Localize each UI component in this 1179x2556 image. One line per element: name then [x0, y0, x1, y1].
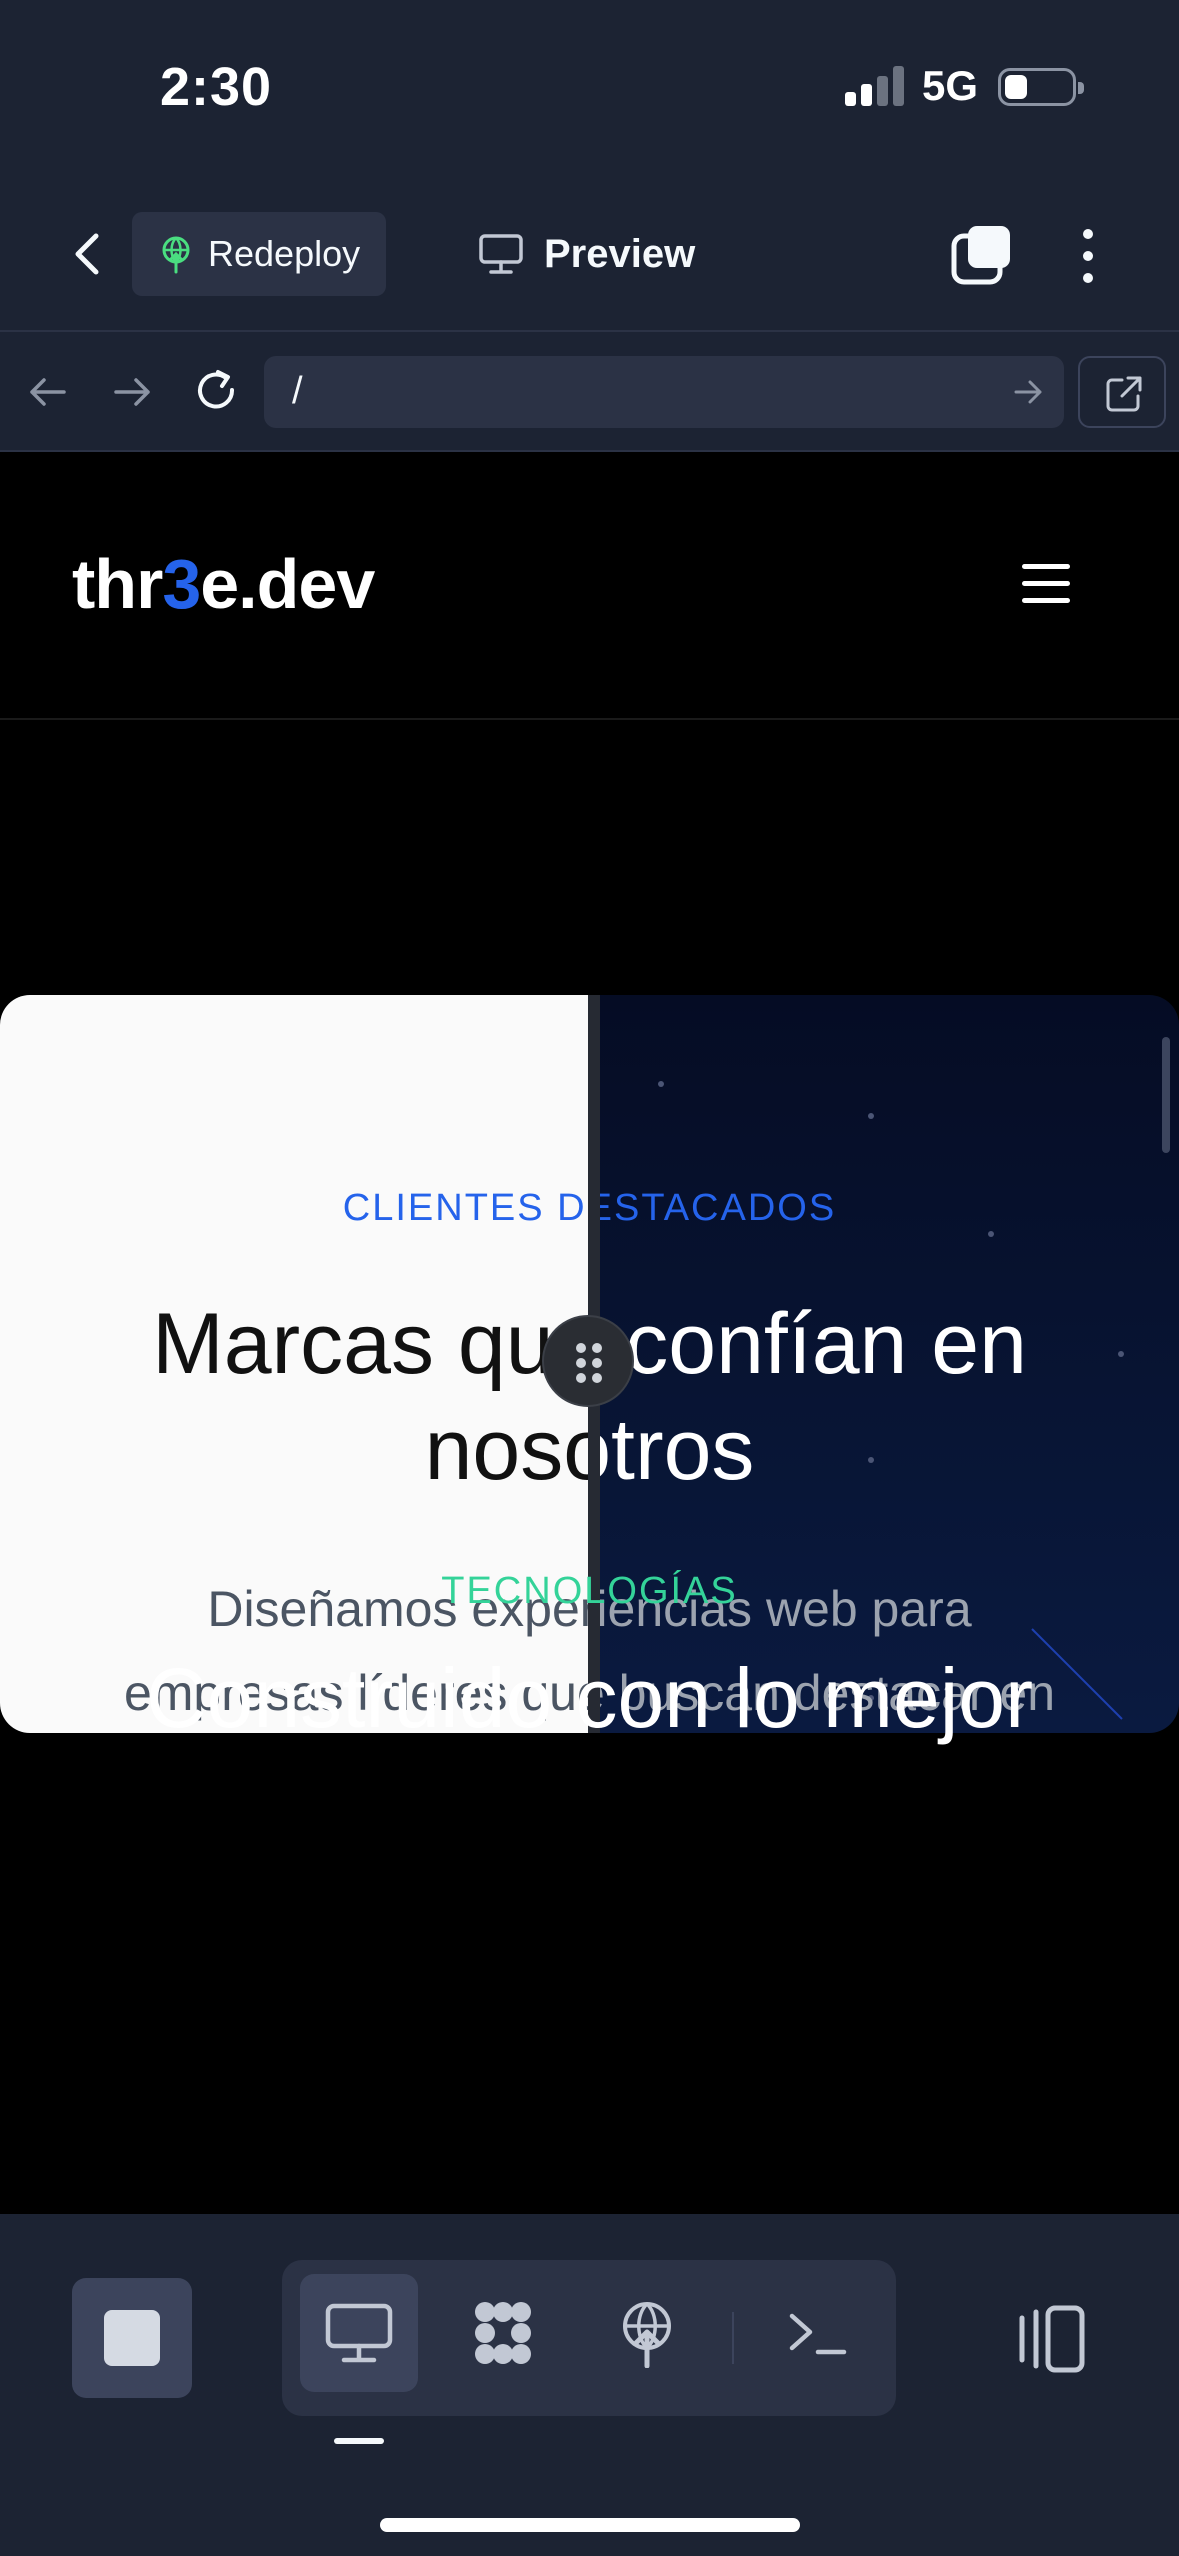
tech-eyebrow: TECNOLOGÍAS [441, 1570, 738, 1612]
redeploy-label: Redeploy [208, 233, 361, 274]
dark-theme-panel: CLIENTES DESTACADOS Marcas que confían e… [588, 995, 1179, 1733]
site-logo[interactable]: thr3e.dev [72, 544, 375, 624]
open-external-icon [1106, 376, 1142, 412]
arrow-left-icon[interactable] [18, 362, 78, 422]
light-theme-panel: CLIENTES DESTACADOS Marcas que confían e… [0, 995, 588, 1733]
stop-icon [104, 2310, 160, 2366]
drag-handle-icon[interactable] [542, 1315, 634, 1407]
tech-title: Construido con lo mejor [145, 1651, 1034, 1745]
monitor-icon [479, 234, 523, 274]
clients-headline: Marcas que confían ennosotros [152, 1296, 588, 1498]
back-chevron-icon[interactable] [60, 224, 120, 284]
deployments-icon [623, 2302, 671, 2368]
url-bar: / [0, 330, 1179, 452]
scrollbar[interactable] [1162, 1037, 1170, 1153]
tabs-icon[interactable] [950, 224, 1014, 288]
arrow-right-icon[interactable] [102, 362, 162, 422]
extensions-icon [475, 2302, 531, 2364]
status-bar: 2:30 5G [0, 0, 1179, 180]
go-arrow-icon[interactable] [1008, 372, 1048, 412]
deployments-tool[interactable] [588, 2274, 706, 2392]
url-input[interactable]: / [264, 356, 1064, 428]
preview-tool[interactable] [300, 2274, 418, 2392]
open-external-button[interactable] [1078, 356, 1166, 428]
website-preview: thr3e.dev CLIENTES DESTACADOS Marcas que… [0, 452, 1179, 2214]
kebab-icon[interactable] [1068, 224, 1108, 288]
hamburger-icon[interactable] [1022, 564, 1070, 604]
status-time: 2:30 [160, 57, 273, 117]
active-tab-indicator [334, 2438, 384, 2444]
tool-group [282, 2260, 896, 2416]
preview-tab[interactable]: Preview [478, 212, 695, 296]
preview-monitor-icon [325, 2303, 393, 2363]
tool-separator [732, 2312, 734, 2364]
reload-icon[interactable] [186, 362, 246, 422]
home-indicator[interactable] [380, 2518, 800, 2532]
signal-strength-icon [845, 66, 905, 106]
app-header: Redeploy Preview [0, 180, 1179, 330]
clients-eyebrow-dark: CLIENTES DESTACADOS [588, 1187, 837, 1229]
preview-label: Preview [544, 231, 696, 276]
extensions-tool[interactable] [444, 2274, 562, 2392]
shell-tool[interactable] [758, 2274, 876, 2392]
battery-icon [998, 68, 1084, 106]
url-text: / [292, 370, 303, 412]
stop-button[interactable] [72, 2278, 192, 2398]
network-type: 5G [922, 62, 979, 109]
redeploy-button[interactable]: Redeploy [132, 212, 386, 296]
panels-icon[interactable] [1008, 2298, 1088, 2378]
site-navbar: thr3e.dev [0, 452, 1179, 720]
shell-icon [789, 2313, 847, 2355]
clients-eyebrow: CLIENTES DESTACADOS [342, 1187, 588, 1229]
clients-headline-dark: Marcas que confían ennosotros [588, 1296, 1027, 1498]
bottom-toolbar [0, 2214, 1179, 2556]
redeploy-icon [162, 236, 190, 274]
